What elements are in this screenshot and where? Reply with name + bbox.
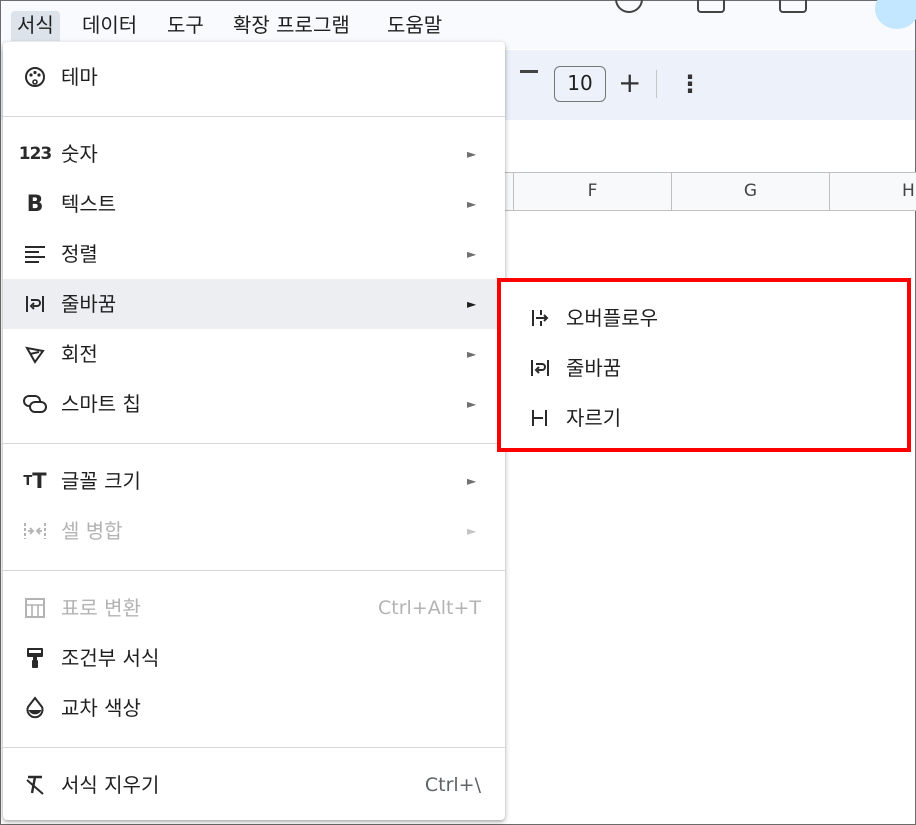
menu-divider xyxy=(3,570,505,571)
chevron-right-icon: ► xyxy=(467,247,477,261)
meet-icon[interactable] xyxy=(779,0,807,13)
menu-item-label: 회전 xyxy=(61,342,98,366)
menu-item-theme[interactable]: 테마 xyxy=(3,52,505,102)
font-size-input[interactable]: 10 xyxy=(554,66,606,102)
menu-item-alignment[interactable]: 정렬 ► xyxy=(3,229,505,279)
chevron-right-icon: ► xyxy=(467,397,477,411)
column-header-row: F G H xyxy=(505,172,916,211)
submenu-item-label: 오버플로우 xyxy=(566,306,658,330)
palette-icon xyxy=(21,63,49,91)
menu-item-label: 테마 xyxy=(61,65,98,89)
menu-divider xyxy=(3,443,505,444)
menu-item-label: 텍스트 xyxy=(61,192,117,216)
column-header-f[interactable]: F xyxy=(513,173,671,210)
submenu-item-label: 자르기 xyxy=(566,406,622,430)
format-menu: 테마 123 숫자 ► B 텍스트 ► 정렬 ► 줄바꿈 ► 회전 ► 스마트 … xyxy=(3,42,505,820)
menu-item-merge-cells[interactable]: 셀 병합 ► xyxy=(3,506,505,556)
submenu-item-overflow[interactable]: 오버플로우 xyxy=(501,293,907,343)
smart-chip-icon xyxy=(21,390,49,418)
menu-item-alternating-colors[interactable]: 교차 색상 xyxy=(3,683,505,733)
menu-item-label: 숫자 xyxy=(61,142,98,166)
number-123-icon: 123 xyxy=(18,144,53,164)
menu-help[interactable]: 도움말 xyxy=(381,11,448,41)
menu-divider xyxy=(3,116,505,117)
increase-font-size-button[interactable]: + xyxy=(618,66,641,102)
bold-icon: B xyxy=(26,191,44,217)
account-avatar[interactable] xyxy=(875,0,916,29)
chevron-right-icon: ► xyxy=(467,347,477,361)
text-wrap-icon xyxy=(21,290,49,318)
merge-cells-icon xyxy=(21,517,49,545)
menu-item-shortcut: Ctrl+\ xyxy=(424,774,481,796)
decrease-font-size-button[interactable] xyxy=(520,70,538,73)
menu-item-label: 글꼴 크기 xyxy=(61,469,141,493)
align-left-icon xyxy=(21,240,49,268)
menu-item-label: 표로 변환 xyxy=(61,596,141,620)
column-header-h[interactable]: H xyxy=(829,173,916,210)
column-header-g[interactable]: G xyxy=(671,173,829,210)
menu-tools[interactable]: 도구 xyxy=(161,11,210,41)
menu-item-label: 정렬 xyxy=(61,242,98,266)
wrap-icon xyxy=(527,354,553,382)
menu-extensions[interactable]: 확장 프로그램 xyxy=(227,11,356,41)
menu-item-label: 교차 색상 xyxy=(61,696,141,720)
table-icon xyxy=(21,594,49,622)
font-size-icon: TT xyxy=(23,469,47,493)
menu-item-number[interactable]: 123 숫자 ► xyxy=(3,129,505,179)
color-drop-icon xyxy=(21,694,49,722)
menu-item-label: 줄바꿈 xyxy=(61,292,117,316)
clear-format-icon xyxy=(21,771,49,799)
wrapping-submenu: 오버플로우 줄바꿈 자르기 xyxy=(497,278,911,452)
clip-icon xyxy=(527,404,553,432)
menu-item-font-size[interactable]: TT 글꼴 크기 ► xyxy=(3,456,505,506)
comment-icon[interactable] xyxy=(697,0,725,13)
submenu-item-label: 줄바꿈 xyxy=(566,356,622,380)
menu-item-smart-chips[interactable]: 스마트 칩 ► xyxy=(3,379,505,429)
more-options-button[interactable]: ⋮ xyxy=(678,68,702,102)
menu-item-clear-formatting[interactable]: 서식 지우기 Ctrl+\ xyxy=(3,760,505,810)
chevron-right-icon: ► xyxy=(467,297,477,311)
menu-data[interactable]: 데이터 xyxy=(76,11,143,41)
text-rotation-icon xyxy=(21,340,49,368)
chevron-right-icon: ► xyxy=(467,524,477,538)
toolbar-divider xyxy=(656,70,657,98)
menu-item-text[interactable]: B 텍스트 ► xyxy=(3,179,505,229)
menu-divider xyxy=(3,747,505,748)
menu-item-wrapping[interactable]: 줄바꿈 ► xyxy=(3,279,505,329)
submenu-item-clip[interactable]: 자르기 xyxy=(501,393,907,443)
chevron-right-icon: ► xyxy=(467,474,477,488)
menu-item-conditional-formatting[interactable]: 조건부 서식 xyxy=(3,633,505,683)
menu-item-label: 서식 지우기 xyxy=(61,773,160,797)
menu-item-label: 셀 병합 xyxy=(61,519,123,543)
chevron-right-icon: ► xyxy=(467,197,477,211)
menu-item-convert-to-table[interactable]: 표로 변환 Ctrl+Alt+T xyxy=(3,583,505,633)
submenu-item-wrap[interactable]: 줄바꿈 xyxy=(501,343,907,393)
overflow-icon xyxy=(527,304,553,332)
history-icon[interactable] xyxy=(615,0,643,13)
menu-format[interactable]: 서식 xyxy=(11,11,60,41)
paint-roller-icon xyxy=(21,644,49,672)
chevron-right-icon: ► xyxy=(467,147,477,161)
menu-item-shortcut: Ctrl+Alt+T xyxy=(378,597,481,619)
menu-item-label: 스마트 칩 xyxy=(61,392,141,416)
menu-item-rotation[interactable]: 회전 ► xyxy=(3,329,505,379)
menu-item-label: 조건부 서식 xyxy=(61,646,160,670)
